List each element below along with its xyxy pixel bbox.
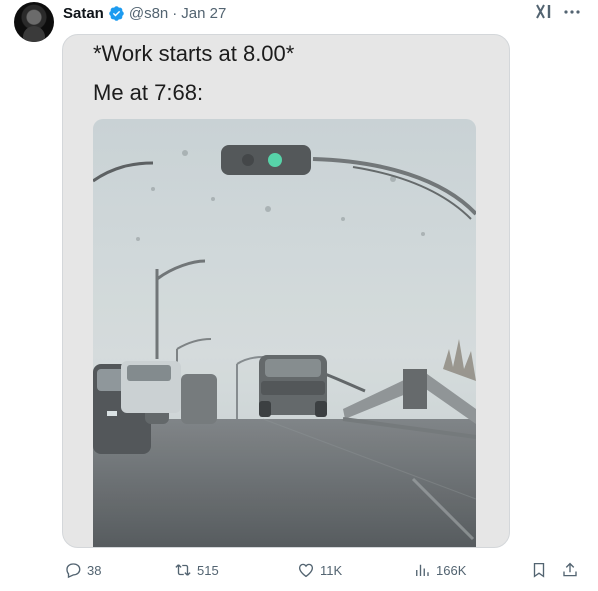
media-card[interactable]: *Work starts at 8.00* Me at 7:68: <box>62 34 510 548</box>
more-icon <box>564 10 580 14</box>
meme-caption-line1: *Work starts at 8.00* <box>93 41 295 66</box>
separator-dot: · <box>172 4 178 22</box>
share-button[interactable] <box>561 556 579 584</box>
heart-icon <box>298 563 314 578</box>
grok-icon <box>536 4 551 19</box>
bookmark-icon <box>533 562 545 578</box>
views-chart-icon <box>416 564 429 576</box>
author-name[interactable]: Satan <box>63 5 104 22</box>
share-icon <box>563 562 577 577</box>
like-count: 11K <box>320 562 343 578</box>
avatar[interactable] <box>14 2 54 42</box>
grok-button[interactable] <box>533 2 555 22</box>
author-handle[interactable]: @s8n <box>129 5 168 22</box>
retweet-count: 515 <box>197 562 219 578</box>
more-button[interactable] <box>561 2 583 22</box>
action-bar: 38 515 11K 166K <box>0 556 598 586</box>
views-count: 166K <box>436 562 467 578</box>
retweet-button[interactable]: 515 <box>174 556 219 584</box>
like-button[interactable]: 11K <box>297 556 342 584</box>
flying-truck-image <box>93 119 476 547</box>
bookmark-button[interactable] <box>530 556 548 584</box>
verified-badge-icon <box>109 5 124 21</box>
retweet-icon <box>175 564 191 576</box>
tweet-date[interactable]: Jan 27 <box>181 5 226 22</box>
reply-count: 38 <box>87 562 102 578</box>
tweet-header: Satan @s8n · Jan 27 <box>63 3 226 23</box>
tweet[interactable]: Satan @s8n · Jan 27 *Work starts at 8.00… <box>0 0 598 591</box>
meme-photo[interactable] <box>93 119 476 547</box>
reply-icon <box>66 563 81 579</box>
reply-button[interactable]: 38 <box>64 556 101 584</box>
meme-caption-line2: Me at 7:68: <box>93 80 204 105</box>
views-button[interactable]: 166K <box>413 556 466 584</box>
